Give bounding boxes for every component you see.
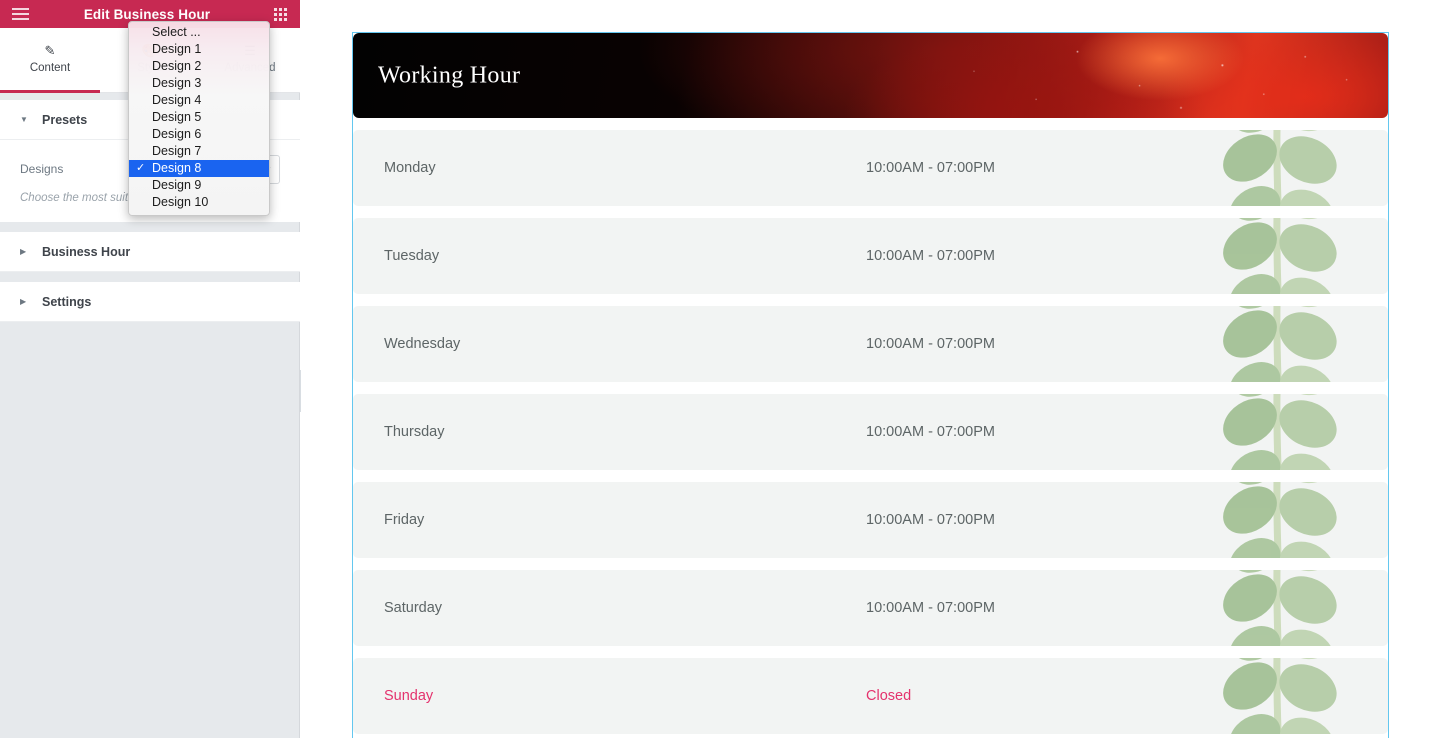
pencil-icon: ✎ [44, 43, 56, 58]
chevron-down-icon: ▼ [20, 114, 28, 124]
plant-leaf-icon [1128, 218, 1388, 294]
check-icon: ✓ [136, 162, 146, 174]
dropdown-option[interactable]: Design 7 [129, 143, 269, 160]
day-time-value: 10:00AM - 07:00PM [866, 512, 995, 528]
dropdown-option[interactable]: Design 2 [129, 58, 269, 75]
dropdown-option[interactable]: Design 9 [129, 177, 269, 194]
day-label: Tuesday [384, 248, 440, 264]
day-label: Monday [384, 160, 436, 176]
dropdown-option-label: Design 1 [152, 42, 202, 56]
dropdown-option[interactable]: Design 5 [129, 109, 269, 126]
dropdown-option[interactable]: Design 1 [129, 41, 269, 58]
day-label: Sunday [384, 688, 434, 704]
plant-leaf-icon [1128, 658, 1388, 734]
business-hour-row: Friday 10:00AM - 07:00PM [353, 482, 1388, 558]
dropdown-option-label: Design 2 [152, 59, 202, 73]
day-time-value: 10:00AM - 07:00PM [866, 600, 995, 616]
section-business-hour-header[interactable]: ▶ Business Hour [0, 232, 300, 272]
dropdown-option-label: Design 9 [152, 178, 202, 192]
dropdown-option[interactable]: Select ... [129, 24, 269, 41]
business-hour-widget[interactable]: Working Hour Monday 10:00AM - 07:00PM Tues… [352, 32, 1389, 738]
business-hour-row: Wednesday 10:00AM - 07:00PM [353, 306, 1388, 382]
section-business-hour-title: Business Hour [42, 244, 131, 259]
widget-header-banner: Working Hour [353, 33, 1388, 118]
widget-title: Working Hour [378, 62, 521, 88]
day-time-value: 10:00AM - 07:00PM [866, 336, 995, 352]
preview-canvas: Working Hour Monday 10:00AM - 07:00PM Tues… [301, 0, 1437, 738]
dropdown-option-label: Design 3 [152, 76, 202, 90]
business-hour-rows: Monday 10:00AM - 07:00PM Tuesday 10:00AM - … [353, 130, 1388, 734]
section-business-hour: ▶ Business Hour [0, 232, 300, 272]
dropdown-option[interactable]: ✓ Design 8 [129, 160, 269, 177]
section-presets-title: Presets [42, 112, 88, 127]
dropdown-option[interactable]: Design 6 [129, 126, 269, 143]
tab-content[interactable]: ✎ Content [0, 28, 100, 93]
section-settings-title: Settings [42, 294, 92, 309]
business-hour-row: Tuesday 10:00AM - 07:00PM [353, 218, 1388, 294]
business-hour-row: Sunday Closed [353, 658, 1388, 734]
dropdown-option-label: Design 7 [152, 144, 202, 158]
business-hour-row: Thursday 10:00AM - 07:00PM [353, 394, 1388, 470]
dropdown-option-label: Design 6 [152, 127, 202, 141]
dropdown-option[interactable]: Design 3 [129, 75, 269, 92]
dropdown-option-label: Design 10 [152, 195, 209, 209]
plant-leaf-icon [1128, 306, 1388, 382]
designs-label: Designs [20, 162, 64, 176]
page-title: Edit Business Hour [83, 6, 211, 22]
section-settings-header[interactable]: ▶ Settings [0, 282, 300, 322]
plant-leaf-icon [1128, 570, 1388, 646]
plant-leaf-icon [1128, 482, 1388, 558]
business-hour-row: Monday 10:00AM - 07:00PM [353, 130, 1388, 206]
dropdown-option-label: Design 8 [152, 161, 202, 175]
section-settings: ▶ Settings [0, 282, 300, 322]
day-time-value: 10:00AM - 07:00PM [866, 160, 995, 176]
dropdown-option-label: Select ... [152, 25, 201, 39]
plant-leaf-icon [1128, 130, 1388, 206]
dropdown-option[interactable]: Design 10 [129, 194, 269, 211]
dropdown-option-label: Design 5 [152, 110, 202, 124]
tab-content-label: Content [29, 62, 71, 74]
day-label: Friday [384, 512, 425, 528]
business-hour-row: Saturday 10:00AM - 07:00PM [353, 570, 1388, 646]
day-label: Thursday [384, 424, 445, 440]
dropdown-option[interactable]: Design 4 [129, 92, 269, 109]
dropdown-option-label: Design 4 [152, 93, 202, 107]
day-time-value: 10:00AM - 07:00PM [866, 424, 995, 440]
day-time-value: 10:00AM - 07:00PM [866, 248, 995, 264]
chevron-right-icon: ▶ [20, 296, 27, 306]
day-label: Wednesday [384, 336, 461, 352]
plant-leaf-icon [1128, 394, 1388, 470]
designs-dropdown-list[interactable]: Select ... Design 1 Design 2 Design 3 Design… [128, 21, 270, 216]
chevron-right-icon: ▶ [20, 246, 27, 256]
day-label: Saturday [384, 600, 443, 616]
day-time-value: Closed [866, 688, 912, 704]
